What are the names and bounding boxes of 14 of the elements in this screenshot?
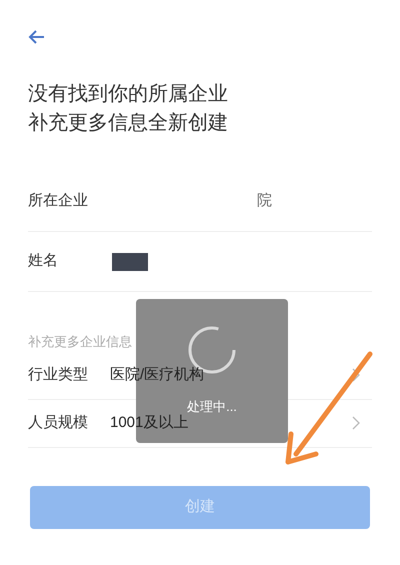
page-title: 补充更多信息全新创建 [28,111,228,136]
field-label: 所在企业 [28,191,89,212]
field-value[interactable]: 院 [257,190,272,213]
option-value: 医院/医疗机构 [110,364,204,385]
back-icon[interactable] [28,28,46,46]
field-label: 姓名 [28,251,59,272]
chevron-icon [352,416,360,430]
chevron-icon [352,368,360,382]
option-label: 行业类型 [28,364,89,385]
page-title: 没有找到你的所属企业 [28,82,228,107]
toast-text: 处理中... [187,398,237,414]
section-label: 补充更多企业信息 [28,333,132,351]
option-value: 1001及以上 [110,412,188,433]
option-label: 人员规模 [28,412,89,433]
